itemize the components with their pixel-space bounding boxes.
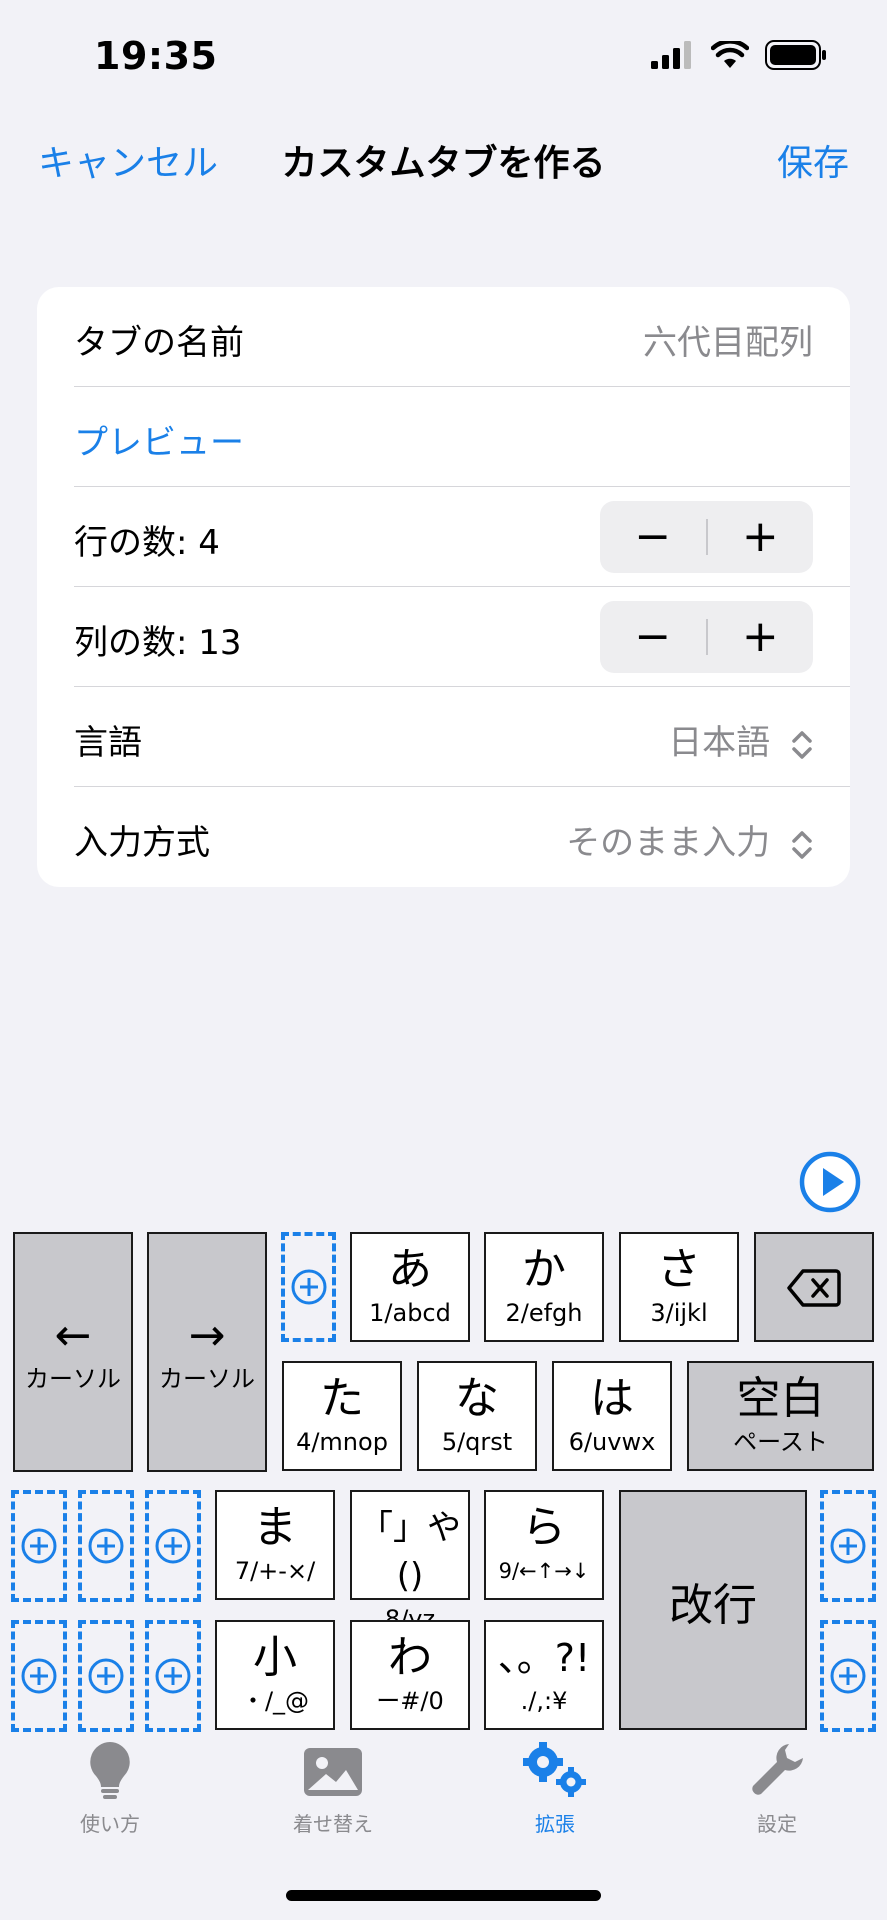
photo-icon <box>304 1748 362 1796</box>
delete-icon <box>787 1269 841 1307</box>
backspace-key[interactable] <box>754 1232 874 1342</box>
settings-card: タブの名前 六代目配列 プレビュー 行の数: 4 − + 列の数: 13 − +… <box>37 287 850 887</box>
status-time: 19:35 <box>94 34 218 78</box>
key-ma[interactable]: ま 7/+-×/ <box>215 1490 335 1600</box>
tab-extensions[interactable]: 拡張 <box>475 1740 635 1837</box>
plus-circle-icon <box>291 1269 326 1305</box>
tab-themes[interactable]: 着せ替え <box>253 1740 413 1837</box>
add-key-slot[interactable] <box>820 1490 876 1602</box>
signal-icon <box>651 41 691 69</box>
tab-settings[interactable]: 設定 <box>697 1740 857 1837</box>
language-row[interactable]: 言語 日本語 <box>37 687 850 787</box>
tab-name-row[interactable]: タブの名前 六代目配列 <box>37 287 850 387</box>
add-key-slot[interactable] <box>145 1490 201 1602</box>
add-key-slot[interactable] <box>820 1620 876 1732</box>
plus-circle-icon <box>830 1528 866 1564</box>
language-picker[interactable]: 日本語 <box>668 715 813 764</box>
cols-stepper[interactable]: − + <box>600 601 813 673</box>
key-na[interactable]: な 5/qrst <box>417 1361 537 1471</box>
tab-usage[interactable]: 使い方 <box>30 1740 190 1837</box>
add-key-slot[interactable] <box>11 1490 67 1602</box>
save-button[interactable]: 保存 <box>777 134 849 186</box>
chevron-up-down-icon <box>792 730 812 759</box>
cols-increment-button[interactable]: + <box>708 601 814 673</box>
enter-key[interactable]: 改行 <box>619 1490 807 1730</box>
key-ya[interactable]: 「」や() 8/yz <box>350 1490 470 1633</box>
key-punct[interactable]: 、。?! ./,:¥ <box>484 1620 604 1730</box>
rows-stepper[interactable]: − + <box>600 501 813 573</box>
rows-increment-button[interactable]: + <box>708 501 814 573</box>
lightbulb-icon <box>90 1742 130 1799</box>
key-ka[interactable]: か 2/efgh <box>484 1232 604 1342</box>
space-key[interactable]: 空白 ペースト <box>687 1361 874 1471</box>
cursor-right-key[interactable]: → カーソル <box>147 1232 267 1472</box>
wifi-icon <box>711 41 749 68</box>
preview-row[interactable]: プレビュー <box>37 387 850 487</box>
play-icon[interactable] <box>798 1150 862 1214</box>
gears-icon <box>523 1742 586 1797</box>
add-key-slot[interactable] <box>11 1620 67 1732</box>
rows-label: 行の数: 4 <box>74 523 220 563</box>
input-method-row[interactable]: 入力方式 そのまま入力 <box>37 787 850 887</box>
plus-circle-icon <box>88 1528 124 1564</box>
add-key-slot[interactable] <box>78 1490 134 1602</box>
tab-bar: 使い方 着せ替え 拡張 設定 <box>0 1740 887 1840</box>
key-a[interactable]: あ 1/abcd <box>350 1232 470 1342</box>
key-ta[interactable]: た 4/mnop <box>282 1361 402 1471</box>
language-value: 日本語 <box>668 723 771 763</box>
chevron-up-down-icon <box>792 830 812 859</box>
cols-decrement-button[interactable]: − <box>600 601 706 673</box>
wrench-icon <box>752 1744 803 1795</box>
cols-label: 列の数: 13 <box>74 623 242 663</box>
key-small[interactable]: 小・/_@ <box>215 1620 335 1730</box>
status-icons <box>651 40 827 70</box>
plus-circle-icon <box>155 1658 191 1694</box>
cursor-left-key[interactable]: ← カーソル <box>13 1232 133 1472</box>
input-method-value: そのまま入力 <box>566 823 771 863</box>
home-indicator[interactable] <box>286 1890 601 1901</box>
preview-button[interactable]: プレビュー <box>74 415 244 464</box>
tab-name-input[interactable]: 六代目配列 <box>643 315 813 364</box>
cancel-button[interactable]: キャンセル <box>38 134 218 186</box>
cols-row: 列の数: 13 − + <box>37 587 850 687</box>
language-label: 言語 <box>74 723 142 763</box>
add-key-slot[interactable] <box>145 1620 201 1732</box>
input-method-picker[interactable]: そのまま入力 <box>566 815 813 864</box>
rows-decrement-button[interactable]: − <box>600 501 706 573</box>
plus-circle-icon <box>21 1528 57 1564</box>
plus-circle-icon <box>88 1658 124 1694</box>
plus-circle-icon <box>155 1528 191 1564</box>
key-wa[interactable]: わー#/0 <box>350 1620 470 1730</box>
add-key-slot[interactable] <box>78 1620 134 1732</box>
input-method-label: 入力方式 <box>74 823 210 863</box>
plus-circle-icon <box>830 1658 866 1694</box>
plus-circle-icon <box>21 1658 57 1694</box>
rows-row: 行の数: 4 − + <box>37 487 850 587</box>
key-sa[interactable]: さ 3/ijkl <box>619 1232 739 1342</box>
key-ra[interactable]: ら 9/←↑→↓ <box>484 1490 604 1600</box>
battery-icon <box>765 40 826 70</box>
key-ha[interactable]: は 6/uvwx <box>552 1361 672 1471</box>
tab-name-label: タブの名前 <box>74 323 244 363</box>
add-key-slot[interactable] <box>281 1232 336 1342</box>
